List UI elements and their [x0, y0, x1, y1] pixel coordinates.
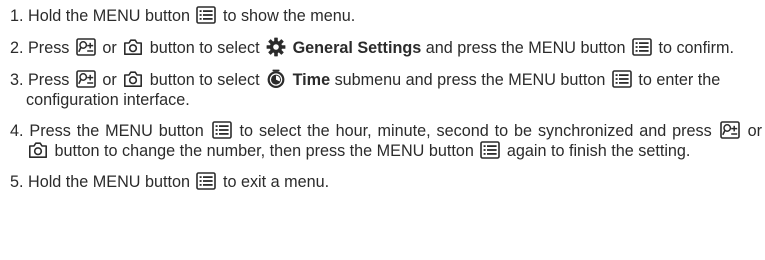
step-text: button to select	[145, 39, 265, 57]
menu-button-icon	[196, 6, 216, 24]
step-number: 1.	[10, 7, 24, 25]
step-text: submenu and press the MENU button	[330, 71, 610, 89]
menu-button-icon	[212, 121, 232, 139]
step-text: or	[97, 39, 122, 57]
step-text: or	[97, 71, 122, 89]
step-text: to exit a menu.	[218, 173, 330, 191]
step-2: 2. Press or button to select General Set…	[10, 37, 762, 58]
step-text: again to finish the setting.	[502, 142, 691, 160]
step-text: Hold the MENU button	[23, 173, 195, 191]
step-text: button to change the number, then press …	[50, 142, 479, 160]
step-text: Press the MENU button	[23, 122, 210, 140]
general-settings-label: General Settings	[292, 39, 422, 57]
step-text: to confirm.	[653, 39, 735, 57]
menu-button-icon	[632, 38, 652, 56]
step-3: 3. Press or button to select Time submen…	[10, 69, 762, 110]
step-number: 2.	[10, 39, 24, 57]
instruction-list: 1. Hold the MENU button to show the menu…	[0, 0, 765, 192]
step-number: 3.	[10, 71, 24, 89]
step-text: or	[741, 122, 762, 140]
menu-button-icon	[480, 141, 500, 159]
step-4: 4. Press the MENU button to select the h…	[10, 121, 762, 161]
step-text: to show the menu.	[218, 7, 356, 25]
step-text: button to select	[145, 71, 265, 89]
step-1: 1. Hold the MENU button to show the menu…	[10, 6, 762, 26]
step-text: Press	[23, 71, 74, 89]
camera-button-icon	[123, 38, 143, 56]
gear-icon	[266, 37, 286, 57]
step-number: 4.	[10, 122, 24, 140]
camera-button-icon	[123, 70, 143, 88]
step-text: and press the MENU button	[421, 39, 630, 57]
clock-icon	[266, 69, 286, 89]
zoom-button-icon	[76, 70, 96, 88]
step-5: 5. Hold the MENU button to exit a menu.	[10, 172, 762, 192]
zoom-button-icon	[76, 38, 96, 56]
zoom-button-icon	[720, 121, 740, 139]
camera-button-icon	[28, 141, 48, 159]
menu-button-icon	[612, 70, 632, 88]
step-text: to select the hour, minute, second to be…	[233, 122, 718, 140]
time-label: Time	[292, 71, 331, 89]
step-text: Hold the MENU button	[23, 7, 195, 25]
step-text: Press	[23, 39, 74, 57]
step-number: 5.	[10, 173, 24, 191]
menu-button-icon	[196, 172, 216, 190]
